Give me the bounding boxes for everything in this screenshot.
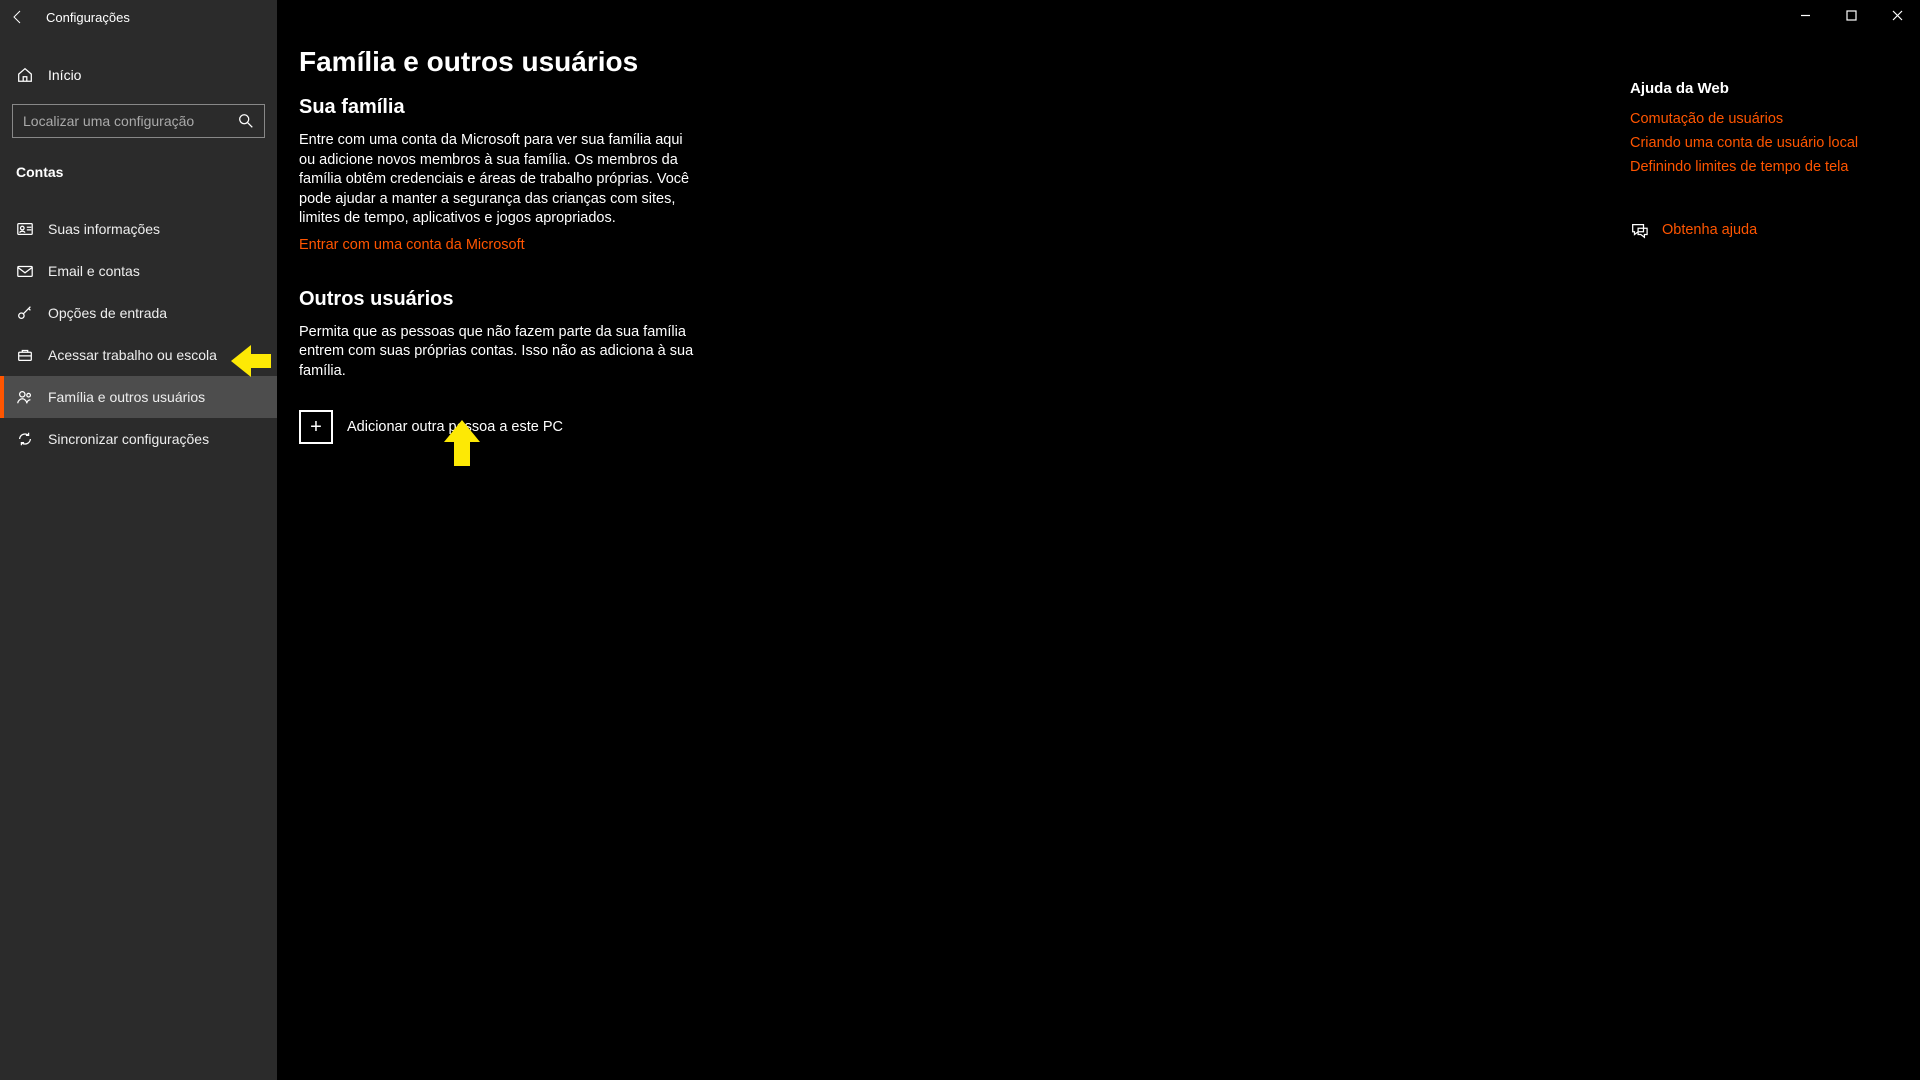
sidebar-header: Configurações [0,0,277,34]
page-title: Família e outros usuários [299,46,999,78]
get-help-link[interactable]: Obtenha ajuda [1630,221,1880,239]
minimize-button[interactable] [1782,0,1828,30]
sidebar-item-label: Acessar trabalho ou escola [48,347,217,363]
get-help-label: Obtenha ajuda [1662,222,1757,238]
sidebar-home-label: Início [48,67,81,83]
search-input[interactable] [12,104,265,138]
main-content: Família e outros usuários Sua família En… [299,46,999,1080]
plus-icon: + [299,410,333,444]
help-link-screen-time[interactable]: Definindo limites de tempo de tela [1630,159,1880,175]
people-icon [16,388,34,406]
person-card-icon [16,220,34,238]
maximize-button[interactable] [1828,0,1874,30]
sidebar-search-wrap [0,104,277,138]
sidebar-item-label: Opções de entrada [48,305,167,321]
main-panel: Família e outros usuários Sua família En… [277,0,1920,1080]
sidebar-home[interactable]: Início [0,54,277,96]
help-column: Ajuda da Web Comutação de usuários Crian… [1630,80,1880,239]
sidebar-item-label: Sincronizar configurações [48,431,209,447]
sidebar-item-sync[interactable]: Sincronizar configurações [0,418,277,460]
sidebar-item-label: Email e contas [48,263,140,279]
home-icon [16,66,34,84]
family-body: Entre com uma conta da Microsoft para ve… [299,131,699,229]
sidebar: Configurações Início Contas Suas informa… [0,0,277,1080]
sidebar-item-family-users[interactable]: Família e outros usuários [0,376,277,418]
sidebar-item-label: Família e outros usuários [48,389,205,405]
key-icon [16,304,34,322]
annotation-arrow-up [444,420,480,466]
briefcase-icon [16,346,34,364]
back-arrow-icon[interactable] [10,9,26,25]
sidebar-item-label: Suas informações [48,221,160,237]
sidebar-item-email-accounts[interactable]: Email e contas [0,250,277,292]
close-button[interactable] [1874,0,1920,30]
help-title: Ajuda da Web [1630,80,1880,97]
sidebar-item-your-info[interactable]: Suas informações [0,208,277,250]
sync-icon [16,430,34,448]
add-person-button[interactable]: + Adicionar outra pessoa a este PC [299,410,999,444]
sidebar-group-title: Contas [0,164,277,180]
others-heading: Outros usuários [299,288,999,311]
chat-help-icon [1630,221,1648,239]
help-link-switch-users[interactable]: Comutação de usuários [1630,111,1880,127]
sidebar-items: Suas informações Email e contas Opções d… [0,208,277,460]
sidebar-item-signin-options[interactable]: Opções de entrada [0,292,277,334]
family-heading: Sua família [299,96,999,119]
window-title: Configurações [46,10,130,25]
window-controls [1782,0,1920,30]
signin-microsoft-link[interactable]: Entrar com uma conta da Microsoft [299,237,525,253]
annotation-arrow-left [231,345,271,377]
help-link-create-local-account[interactable]: Criando uma conta de usuário local [1630,135,1880,151]
others-body: Permita que as pessoas que não fazem par… [299,323,699,382]
mail-icon [16,262,34,280]
